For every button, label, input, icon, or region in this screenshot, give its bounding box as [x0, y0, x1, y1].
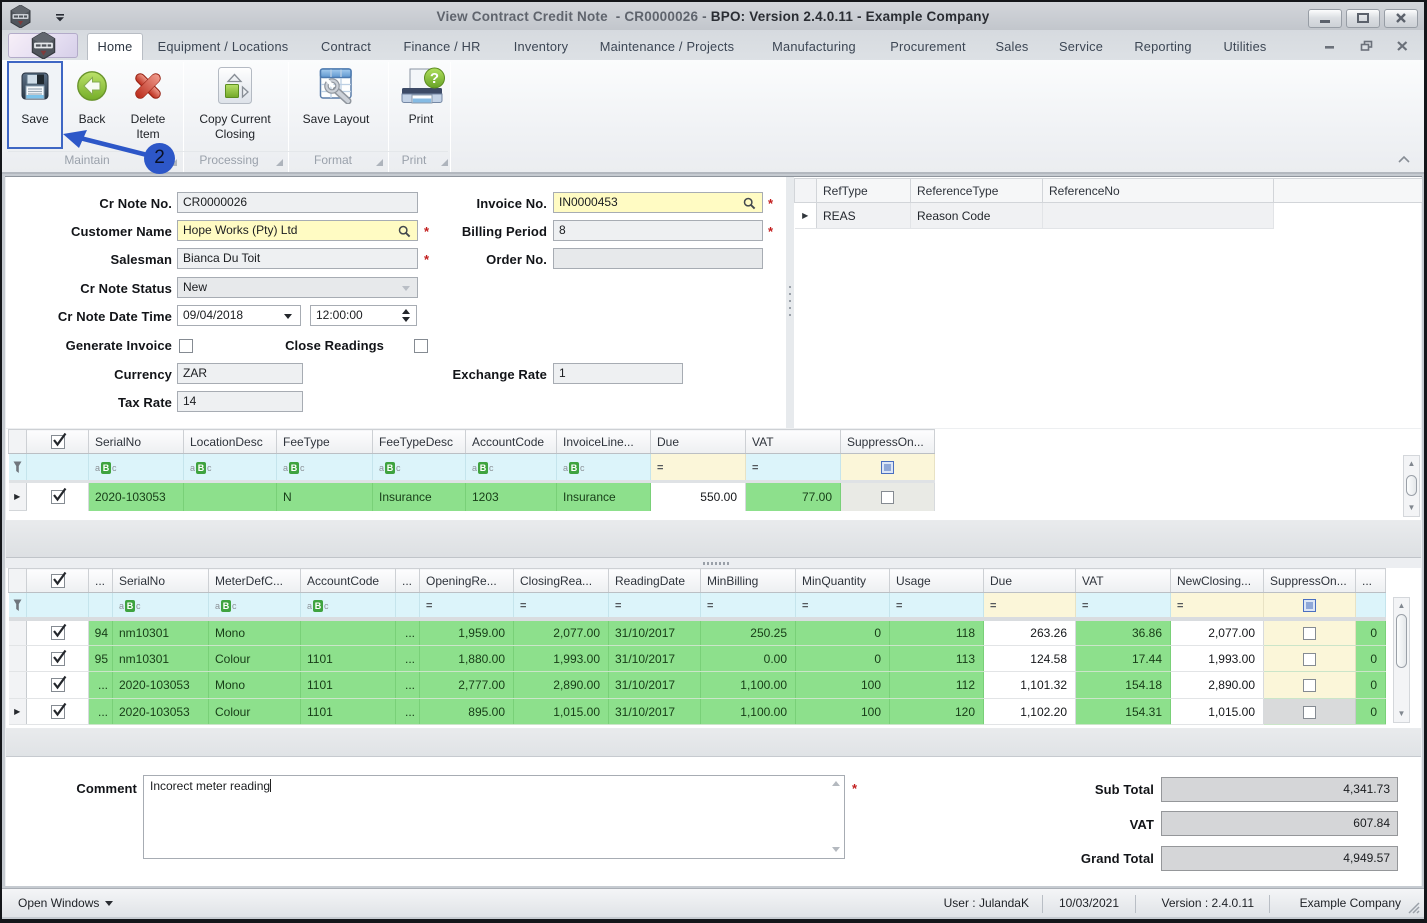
svg-text:?: ?: [430, 70, 439, 87]
